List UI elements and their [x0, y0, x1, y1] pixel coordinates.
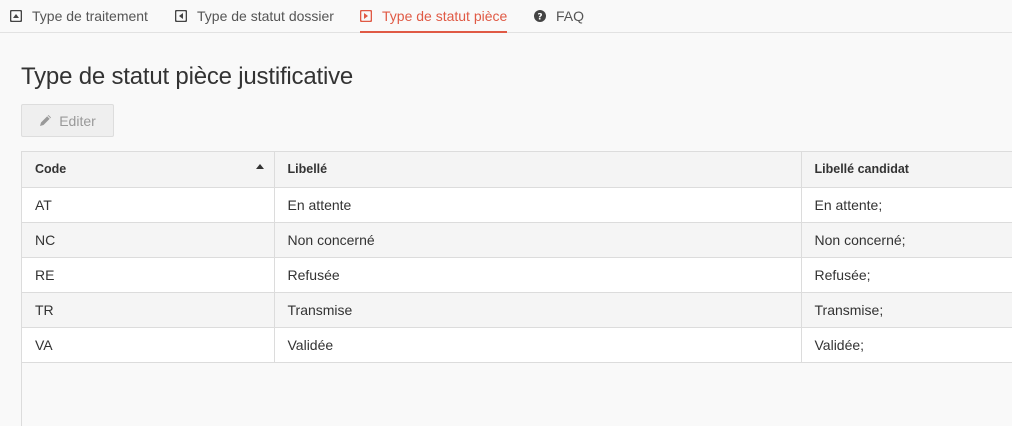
page-title: Type de statut pièce justificative: [21, 63, 354, 90]
status-table: Code Libellé Libellé candidat AT En atte…: [21, 151, 1012, 426]
pencil-icon: [39, 114, 52, 127]
table-row[interactable]: VA Validée Validée;: [22, 327, 1012, 363]
cell-libelle: Transmise: [274, 292, 802, 328]
cell-libelle-candidat: Refusée;: [801, 257, 1012, 293]
tab-type-statut-piece[interactable]: Type de statut pièce: [360, 0, 508, 33]
cell-libelle-candidat: Validée;: [801, 327, 1012, 363]
question-circle-icon: ?: [534, 10, 546, 22]
tab-type-traitement[interactable]: Type de traitement: [10, 0, 148, 32]
tab-bar: Type de traitement Type de statut dossie…: [0, 0, 1012, 33]
tab-label: Type de statut dossier: [197, 8, 334, 24]
tab-type-statut-dossier[interactable]: Type de statut dossier: [175, 0, 334, 32]
column-label: Code: [35, 162, 67, 177]
cell-code: VA: [22, 327, 275, 363]
column-label: Libellé: [287, 162, 328, 177]
column-header-code[interactable]: Code: [22, 152, 275, 188]
table-row[interactable]: TR Transmise Transmise;: [22, 292, 1012, 328]
table-row[interactable]: AT En attente En attente;: [22, 187, 1012, 223]
table-header-row: Code Libellé Libellé candidat: [22, 152, 1012, 188]
table-row[interactable]: RE Refusée Refusée;: [22, 257, 1012, 293]
column-header-libelle[interactable]: Libellé: [274, 152, 802, 188]
table-row[interactable]: NC Non concerné Non concerné;: [22, 222, 1012, 258]
cell-libelle: Non concerné: [274, 222, 802, 258]
cell-libelle: En attente: [274, 187, 802, 223]
tab-faq[interactable]: ? FAQ: [534, 0, 584, 32]
caret-square-left-icon: [175, 10, 187, 22]
cell-code: NC: [22, 222, 275, 258]
cell-libelle-candidat: Non concerné;: [801, 222, 1012, 258]
column-label: Libellé candidat: [814, 162, 909, 177]
cell-code: AT: [22, 187, 275, 223]
cell-libelle-candidat: Transmise;: [801, 292, 1012, 328]
svg-text:?: ?: [537, 13, 542, 23]
cell-libelle: Refusée: [274, 257, 802, 293]
edit-button-label: Editer: [59, 112, 96, 129]
cell-code: TR: [22, 292, 275, 328]
caret-square-right-icon: [360, 10, 372, 22]
cell-code: RE: [22, 257, 275, 293]
tab-label: Type de traitement: [32, 8, 148, 24]
tab-label: Type de statut pièce: [382, 8, 508, 24]
edit-button[interactable]: Editer: [21, 104, 114, 137]
sort-ascending-icon: [255, 164, 264, 169]
caret-square-up-icon: [10, 10, 22, 22]
cell-libelle: Validée: [274, 327, 802, 363]
column-header-libelle-candidat[interactable]: Libellé candidat: [801, 152, 1012, 188]
cell-libelle-candidat: En attente;: [801, 187, 1012, 223]
tab-label: FAQ: [556, 8, 585, 24]
